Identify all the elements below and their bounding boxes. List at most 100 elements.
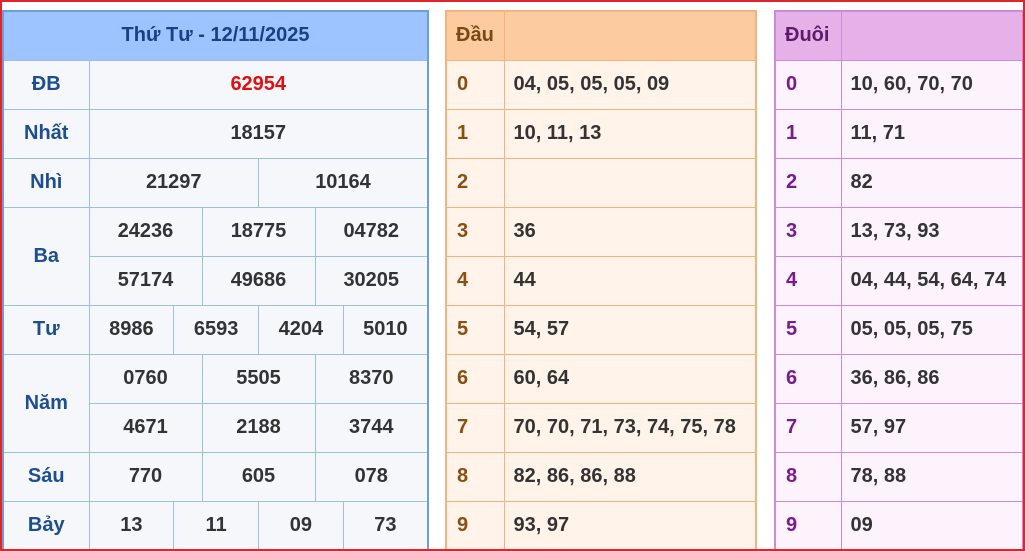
prize-number: 18157 — [88, 108, 429, 159]
dau-values: 36 — [503, 206, 757, 257]
dau-table: Đầu 0 04, 05, 05, 05, 09 1 10, 11, 13 2 33… — [445, 10, 757, 551]
duoi-digit: 0 — [774, 59, 842, 110]
duoi-row: 0 10, 60, 70, 70 — [774, 59, 1024, 110]
prize-number: 3744 — [314, 402, 429, 453]
prize-number: 0760 — [88, 353, 203, 404]
duoi-digit: 3 — [774, 206, 842, 257]
prize-number: 21297 — [88, 157, 259, 208]
prize-label-nhi: Nhì — [2, 157, 90, 208]
prize-number: 8370 — [314, 353, 429, 404]
prize-row-tu: Tư 8986 6593 4204 5010 — [2, 304, 429, 355]
prize-label-nam: Năm — [2, 353, 90, 453]
duoi-row: 5 05, 05, 05, 75 — [774, 304, 1024, 355]
prize-number: 770 — [88, 451, 203, 502]
prize-label-ba: Ba — [2, 206, 90, 306]
duoi-header-row: Đuôi — [774, 10, 1024, 61]
prize-number: 49686 — [201, 255, 316, 306]
duoi-row: 7 57, 97 — [774, 402, 1024, 453]
prize-number: 57174 — [88, 255, 203, 306]
prize-row-nhi: Nhì 21297 10164 — [2, 157, 429, 208]
duoi-row: 1 11, 71 — [774, 108, 1024, 159]
prize-number: 2188 — [201, 402, 316, 453]
duoi-digit: 5 — [774, 304, 842, 355]
prize-number: 13 — [88, 500, 175, 551]
dau-values: 70, 70, 71, 73, 74, 75, 78 — [503, 402, 757, 453]
prize-label-bay: Bảy — [2, 500, 90, 551]
prize-number: 605 — [201, 451, 316, 502]
dau-values: 10, 11, 13 — [503, 108, 757, 159]
prize-number: 04782 — [314, 206, 429, 257]
duoi-values: 10, 60, 70, 70 — [840, 59, 1024, 110]
duoi-row: 9 09 — [774, 500, 1024, 551]
duoi-digit: 8 — [774, 451, 842, 502]
results-header-row: Thứ Tư - 12/11/2025 — [2, 10, 429, 61]
prize-number: 73 — [342, 500, 429, 551]
duoi-table: Đuôi 0 10, 60, 70, 70 1 11, 71 2 82 3 13, 73… — [774, 10, 1024, 551]
duoi-values: 05, 05, 05, 75 — [840, 304, 1024, 355]
dau-digit: 6 — [445, 353, 505, 404]
duoi-values: 78, 88 — [840, 451, 1024, 502]
dau-row: 1 10, 11, 13 — [445, 108, 757, 159]
dau-digit: 0 — [445, 59, 505, 110]
dau-values — [503, 157, 757, 208]
duoi-digit: 2 — [774, 157, 842, 208]
duoi-values: 11, 71 — [840, 108, 1024, 159]
duoi-row: 3 13, 73, 93 — [774, 206, 1024, 257]
dau-row: 7 70, 70, 71, 73, 74, 75, 78 — [445, 402, 757, 453]
dau-digit: 2 — [445, 157, 505, 208]
dau-values: 93, 97 — [503, 500, 757, 551]
special-prize-number: 62954 — [88, 59, 429, 110]
dau-values: 82, 86, 86, 88 — [503, 451, 757, 502]
dau-row: 9 93, 97 — [445, 500, 757, 551]
dau-row: 6 60, 64 — [445, 353, 757, 404]
prize-row-nam-1: Năm 0760 5505 8370 — [2, 353, 429, 453]
prize-row-ba-1: Ba 24236 18775 04782 — [2, 206, 429, 306]
results-table: Thứ Tư - 12/11/2025 ĐB 62954 Nhất 18157 … — [2, 10, 429, 551]
prize-label-nhat: Nhất — [2, 108, 90, 159]
prize-number: 30205 — [314, 255, 429, 306]
prize-row-nhat: Nhất 18157 — [2, 108, 429, 159]
dau-header-blank — [503, 10, 757, 61]
duoi-row: 8 78, 88 — [774, 451, 1024, 502]
prize-row-sau: Sáu 770 605 078 — [2, 451, 429, 502]
dau-row: 0 04, 05, 05, 05, 09 — [445, 59, 757, 110]
dau-digit: 9 — [445, 500, 505, 551]
prize-number: 078 — [314, 451, 429, 502]
prize-label-tu: Tư — [2, 304, 90, 355]
prize-row-db: ĐB 62954 — [2, 59, 429, 110]
duoi-values: 09 — [840, 500, 1024, 551]
dau-digit: 4 — [445, 255, 505, 306]
prize-number: 6593 — [173, 304, 259, 355]
duoi-values: 36, 86, 86 — [840, 353, 1024, 404]
dau-values: 60, 64 — [503, 353, 757, 404]
duoi-row: 2 82 — [774, 157, 1024, 208]
dau-row: 4 44 — [445, 255, 757, 306]
dau-digit: 7 — [445, 402, 505, 453]
duoi-row: 6 36, 86, 86 — [774, 353, 1024, 404]
duoi-digit: 4 — [774, 255, 842, 306]
dau-header-row: Đầu — [445, 10, 757, 61]
dau-row: 3 36 — [445, 206, 757, 257]
duoi-header-blank — [840, 10, 1024, 61]
prize-number: 10164 — [258, 157, 429, 208]
duoi-digit: 7 — [774, 402, 842, 453]
dau-digit: 1 — [445, 108, 505, 159]
prize-number: 4204 — [258, 304, 344, 355]
dau-digit: 5 — [445, 304, 505, 355]
dau-values: 04, 05, 05, 05, 09 — [503, 59, 757, 110]
prize-number: 11 — [173, 500, 259, 551]
dau-values: 54, 57 — [503, 304, 757, 355]
dau-header: Đầu — [445, 10, 505, 61]
duoi-values: 13, 73, 93 — [840, 206, 1024, 257]
duoi-values: 57, 97 — [840, 402, 1024, 453]
prize-label-sau: Sáu — [2, 451, 90, 502]
prize-row-bay: Bảy 13 11 09 73 — [2, 500, 429, 551]
prize-number: 18775 — [201, 206, 316, 257]
prize-number: 5010 — [342, 304, 429, 355]
duoi-values: 04, 44, 54, 64, 74 — [840, 255, 1024, 306]
dau-row: 5 54, 57 — [445, 304, 757, 355]
duoi-row: 4 04, 44, 54, 64, 74 — [774, 255, 1024, 306]
duoi-digit: 9 — [774, 500, 842, 551]
prize-number: 8986 — [88, 304, 175, 355]
dau-row: 8 82, 86, 86, 88 — [445, 451, 757, 502]
